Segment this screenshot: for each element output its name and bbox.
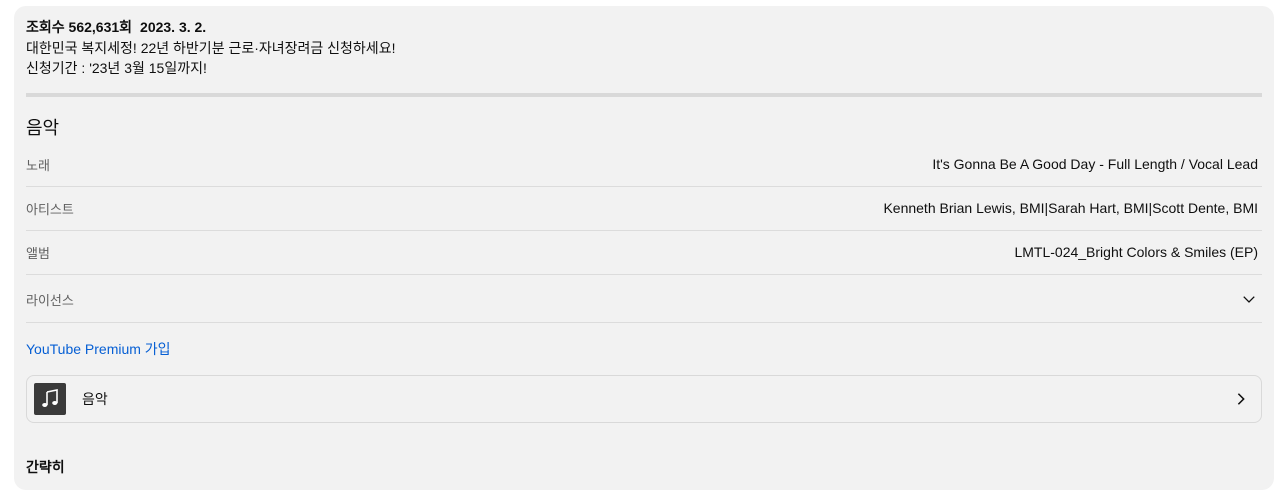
row-value: LMTL-024_Bright Colors & Smiles (EP) (1014, 244, 1258, 260)
music-row-license[interactable]: 라이선스 (26, 275, 1258, 323)
view-count: 조회수 562,631회 (26, 19, 133, 35)
description-line: 대한민국 복지세정! 22년 하반기분 근로·자녀장려금 신청하세요! (26, 39, 396, 56)
show-less-button[interactable]: 간략히 (26, 457, 65, 477)
row-label: 노래 (26, 157, 50, 173)
music-card-button[interactable]: 음악 (26, 375, 1262, 423)
row-label: 아티스트 (26, 201, 74, 217)
description-meta: 조회수 562,631회 2023. 3. 2. 대한민국 복지세정! 22년 하… (26, 17, 395, 79)
upload-date: 2023. 3. 2. (140, 19, 207, 35)
youtube-premium-link[interactable]: YouTube Premium 가입 (26, 339, 171, 359)
row-value: Kenneth Brian Lewis, BMI|Sarah Hart, BMI… (883, 200, 1258, 216)
music-note-icon (34, 383, 66, 415)
description-panel: 조회수 562,631회 2023. 3. 2. 대한민국 복지세정! 22년 하… (14, 6, 1274, 490)
view-stats: 조회수 562,631회 2023. 3. 2. (26, 17, 395, 38)
music-row-song: 노래 It's Gonna Be A Good Day - Full Lengt… (26, 142, 1258, 186)
section-divider (26, 93, 1262, 97)
row-label: 라이선스 (26, 292, 74, 308)
row-value: It's Gonna Be A Good Day - Full Length /… (932, 156, 1258, 172)
chevron-right-icon (1237, 393, 1245, 405)
row-divider (26, 322, 1262, 323)
row-label: 앨범 (26, 245, 50, 261)
music-row-album: 앨범 LMTL-024_Bright Colors & Smiles (EP) (26, 230, 1258, 274)
chevron-down-icon[interactable] (1242, 292, 1256, 306)
description-line: 신청기간 : '23년 3월 15일까지! (26, 60, 207, 76)
music-row-artist: 아티스트 Kenneth Brian Lewis, BMI|Sarah Hart… (26, 186, 1258, 230)
music-card-label: 음악 (82, 391, 108, 407)
music-section-title: 음악 (26, 118, 60, 138)
